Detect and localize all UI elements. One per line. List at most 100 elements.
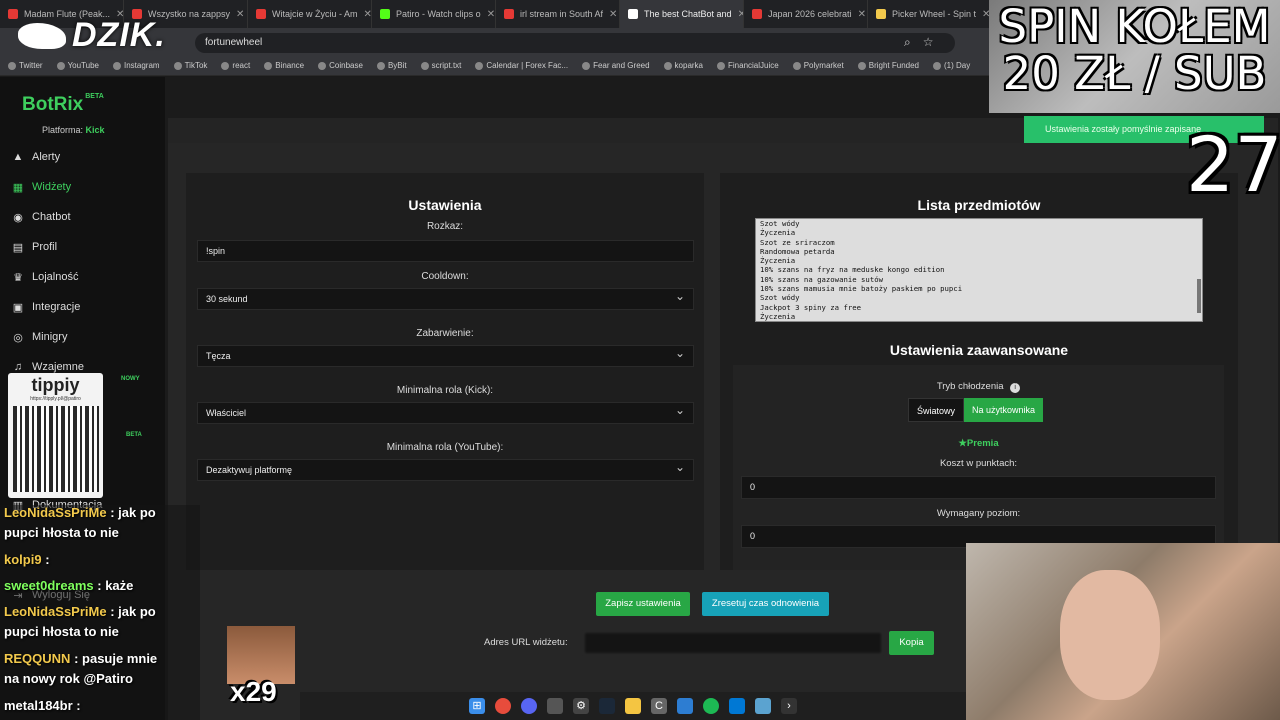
- sidebar-item-widety[interactable]: ▦ Widżety: [12, 177, 71, 197]
- chat-message: na nowy rok @Patiro: [4, 671, 133, 686]
- browser-tab[interactable]: Patiro - Watch clips o ✕: [372, 0, 496, 28]
- sidebar-item-profil[interactable]: ▤ Profil: [12, 237, 57, 257]
- scrollbar[interactable]: [1197, 279, 1201, 313]
- bookmark-item[interactable]: YouTube: [56, 61, 99, 70]
- spotify-icon[interactable]: [703, 698, 719, 714]
- command-input[interactable]: !spin: [197, 240, 694, 262]
- gear-icon: ▣: [12, 301, 24, 314]
- tab-label: Witajcie w Życiu - Am: [272, 9, 358, 19]
- star-icon[interactable]: ☆: [923, 35, 934, 50]
- browser-tab[interactable]: The best ChatBot and✕: [620, 0, 744, 28]
- browser-tab[interactable]: irl stream in South Af ✕: [496, 0, 620, 28]
- bookmark-item[interactable]: Coinbase: [318, 61, 363, 70]
- tab-favicon-icon: [876, 9, 886, 19]
- info-icon[interactable]: i: [1010, 383, 1021, 393]
- terminal-icon[interactable]: ›: [781, 698, 797, 714]
- bookmark-item[interactable]: (1) Day: [933, 61, 970, 70]
- chrome-icon[interactable]: [495, 698, 511, 714]
- color-label: Zabarwienie:: [416, 328, 474, 339]
- close-icon[interactable]: ✕: [236, 9, 244, 20]
- save-button[interactable]: Zapisz ustawienia: [596, 592, 690, 616]
- sidebar-item-integracje[interactable]: ▣ Integracje: [12, 297, 81, 317]
- color-select[interactable]: Tęcza: [197, 343, 694, 367]
- tab-label: Patiro - Watch clips o: [396, 9, 481, 19]
- minrole-kick-select[interactable]: Właściciel: [197, 400, 694, 424]
- dzik-logo: DZIK.: [18, 16, 166, 55]
- bookmark-label: Fear and Greed: [593, 61, 650, 70]
- mode-global-button[interactable]: Światowy: [908, 398, 965, 422]
- app-icon[interactable]: [547, 698, 563, 714]
- bookmark-item[interactable]: koparka: [663, 61, 703, 70]
- url-input[interactable]: fortunewheel: [195, 33, 955, 53]
- discord-icon[interactable]: [521, 698, 537, 714]
- mode-user-button[interactable]: Na użytkownika: [964, 398, 1044, 422]
- emote-counter: x29: [230, 676, 277, 707]
- bookmark-item[interactable]: FinancialJuice: [717, 61, 779, 70]
- bookmark-item[interactable]: Calendar | Forex Fac...: [475, 61, 568, 70]
- sidebar-item-alerty[interactable]: ▲ Alerty: [12, 147, 61, 167]
- item-line: Jackpot 3 spiny za free: [760, 302, 862, 312]
- reset-cooldown-button[interactable]: Zresetuj czas odnowienia: [702, 592, 829, 616]
- settings-title: Ustawienia: [408, 197, 482, 213]
- bookmark-item[interactable]: TikTok: [173, 61, 207, 70]
- sidebar-item-minigry[interactable]: ◎ Minigry: [12, 327, 67, 347]
- item-line: Szot ze sriraczom: [760, 237, 835, 247]
- grid-icon: ▦: [12, 181, 24, 194]
- items-textarea[interactable]: Szot wódy Życzenia Szot ze sriraczom Random…: [755, 218, 1203, 322]
- sidebar-item-lojalno[interactable]: ♛ Lojalność: [12, 267, 78, 287]
- bookmark-icon: [56, 61, 65, 70]
- close-icon[interactable]: ✕: [364, 9, 371, 20]
- windows-start-icon[interactable]: ⊞: [469, 698, 485, 714]
- bookmark-item[interactable]: Polymarket: [792, 61, 844, 70]
- close-icon[interactable]: ✕: [858, 9, 866, 20]
- cooldown-select[interactable]: 30 sekund: [197, 286, 694, 310]
- bookmark-label: FinancialJuice: [728, 61, 779, 70]
- steam-icon[interactable]: [599, 698, 615, 714]
- premium-label: ★Premia: [958, 438, 999, 449]
- settings-icon[interactable]: ⚙: [573, 698, 589, 714]
- bookmark-icon: [221, 61, 230, 70]
- vscode-icon[interactable]: [677, 698, 693, 714]
- close-icon[interactable]: ✕: [487, 9, 495, 20]
- store-icon[interactable]: [729, 698, 745, 714]
- bookmark-item[interactable]: Instagram: [113, 61, 160, 70]
- close-icon[interactable]: ✕: [609, 9, 617, 20]
- beta-badge: BETA: [126, 432, 142, 438]
- bookmark-item[interactable]: Twitter: [8, 61, 43, 70]
- bookmark-item[interactable]: react: [221, 61, 250, 70]
- chat-username: REQQUNN: [4, 651, 71, 666]
- bookmark-label: Calendar | Forex Fac...: [486, 61, 569, 70]
- browser-tab[interactable]: Japan 2026 celebrati ✕: [744, 0, 868, 28]
- chat-message: metal184br :: [4, 698, 81, 713]
- cursor-icon[interactable]: C: [651, 698, 667, 714]
- copy-button[interactable]: Kopia: [889, 631, 934, 655]
- bookmark-item[interactable]: Bright Funded: [857, 61, 919, 70]
- photos-icon[interactable]: [755, 698, 771, 714]
- chat-text: : każe: [97, 578, 134, 593]
- sidebar-item-label: Integracje: [32, 301, 81, 313]
- chat-message: LeoNidaSsPriMe : jak po: [4, 505, 156, 520]
- cooldown-mode-toggle: Światowy Na użytkownika: [908, 398, 1044, 422]
- chat-message: pupci hłosta to nie: [4, 525, 119, 540]
- browser-tab[interactable]: Witajcie w Życiu - Am ✕: [248, 0, 372, 28]
- cost-input[interactable]: 0: [741, 476, 1216, 499]
- folder-icon[interactable]: [625, 698, 641, 714]
- widget-url-label: Adres URL widżetu:: [484, 637, 568, 648]
- bookmark-icon: [173, 61, 182, 70]
- brand-logo[interactable]: BotRix BETA: [22, 93, 104, 116]
- browser-tab[interactable]: Picker Wheel - Spin t ✕: [868, 0, 992, 28]
- bookmark-label: YouTube: [67, 61, 99, 70]
- widget-url-input[interactable]: [584, 632, 882, 654]
- minrole-yt-select[interactable]: Dezaktywuj platformę: [197, 457, 694, 481]
- bookmark-item[interactable]: ByBit: [376, 61, 407, 70]
- bookmark-item[interactable]: Fear and Greed: [582, 61, 650, 70]
- tab-label: Picker Wheel - Spin t: [892, 9, 977, 19]
- tipply-qr-card: tippiy https://tipply.pl/@patiro: [8, 373, 103, 498]
- zoom-icon[interactable]: ⌕: [904, 35, 911, 50]
- bookmark-item[interactable]: script.txt: [420, 61, 461, 70]
- bookmark-label: Polymarket: [803, 61, 844, 70]
- item-line: 10% szans na fryz na meduske kongo editi…: [760, 265, 945, 275]
- bookmark-item[interactable]: Binance: [264, 61, 304, 70]
- sidebar-item-chatbot[interactable]: ◉ Chatbot: [12, 207, 70, 227]
- spin-line1: SPIN KOŁEM: [998, 0, 1271, 53]
